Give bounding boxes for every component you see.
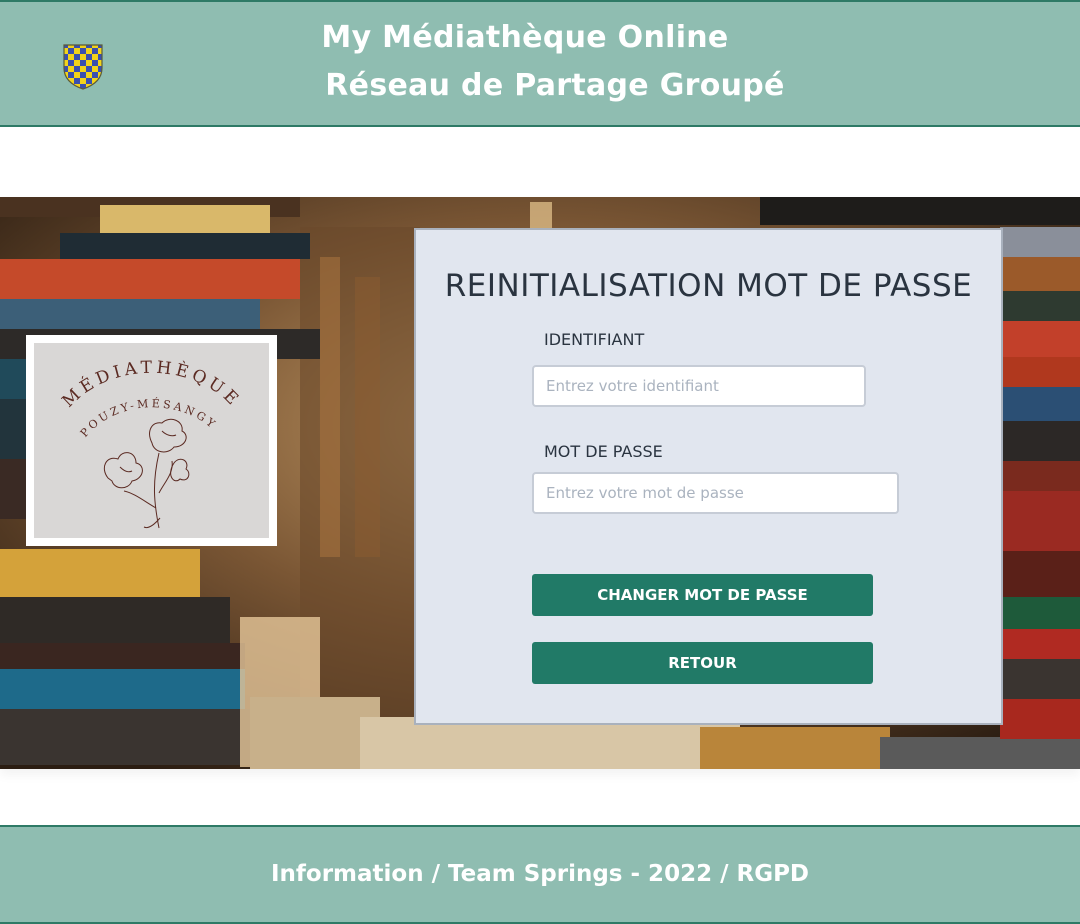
svg-text:POUZY-MÉSANGY: POUZY-MÉSANGY: [78, 396, 220, 440]
logo-subtitle-text: POUZY-MÉSANGY: [78, 396, 217, 440]
site-subtitle: Réseau de Partage Groupé: [325, 68, 785, 103]
identifier-label: IDENTIFIANT: [544, 330, 645, 349]
footer-links[interactable]: Information / Team Springs - 2022 / RGPD: [0, 861, 1080, 887]
svg-text:MÉDIATHÈQUE: MÉDIATHÈQUE: [58, 358, 244, 412]
change-password-button[interactable]: CHANGER MOT DE PASSE: [532, 574, 873, 616]
mediatheque-logo: MÉDIATHÈQUE POUZY-MÉSANGY: [34, 343, 269, 538]
form-title: REINITIALISATION MOT DE PASSE: [444, 268, 973, 304]
password-reset-panel: REINITIALISATION MOT DE PASSE IDENTIFIAN…: [414, 228, 1003, 725]
flower-illustration: MÉDIATHÈQUE POUZY-MÉSANGY: [58, 358, 244, 529]
password-label: MOT DE PASSE: [544, 442, 663, 461]
site-footer: Information / Team Springs - 2022 / RGPD: [0, 825, 1080, 924]
site-title: My Médiathèque Online: [321, 20, 729, 55]
password-input[interactable]: [532, 472, 899, 514]
back-button[interactable]: RETOUR: [532, 642, 873, 684]
mediatheque-logo-card: MÉDIATHÈQUE POUZY-MÉSANGY: [26, 335, 277, 546]
site-header: My Médiathèque Online Réseau de Partage …: [0, 0, 1080, 127]
identifier-input[interactable]: [532, 365, 866, 407]
logo-title-text: MÉDIATHÈQUE: [58, 358, 240, 412]
